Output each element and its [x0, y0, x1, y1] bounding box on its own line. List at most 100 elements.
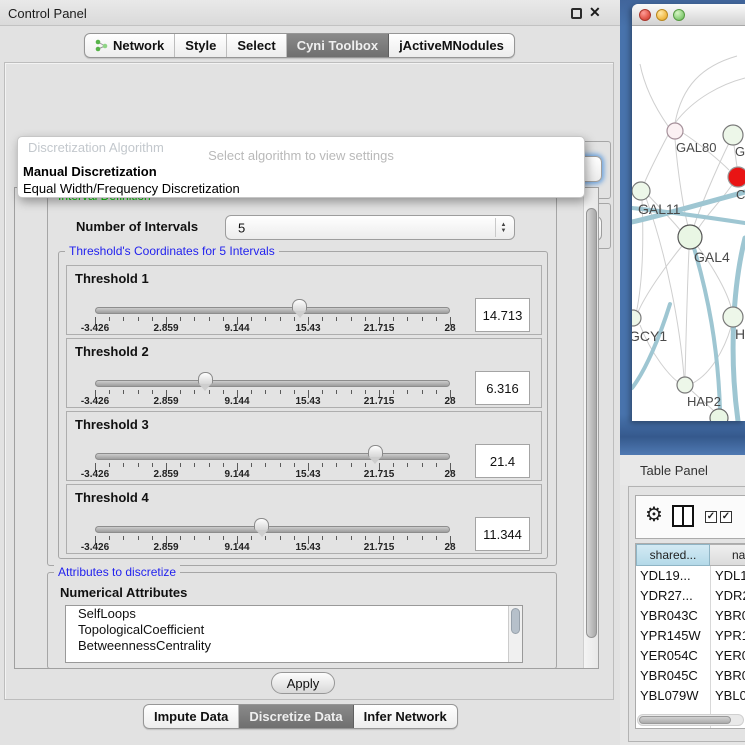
thresholds-group-title: Threshold's Coordinates for 5 Intervals [65, 244, 279, 258]
control-panel: Control Panel ✕ NetworkStyle Select Cyni T… [0, 0, 620, 745]
list-item[interactable]: BetweennessCentrality [66, 638, 522, 654]
network-node-c[interactable] [728, 167, 745, 187]
main-scrollbar-thumb[interactable] [586, 208, 597, 638]
slider-track[interactable] [95, 307, 450, 314]
tick-mark [223, 463, 224, 467]
checkbox-icon[interactable]: ✓ [705, 511, 717, 523]
tab-style[interactable]: Style [175, 34, 227, 57]
tab-label: Discretize Data [249, 709, 342, 724]
slider-track[interactable] [95, 380, 450, 387]
threshold-value-field[interactable]: 21.4 [475, 444, 530, 478]
slider-thumb[interactable] [292, 299, 307, 311]
cyni-toolbox-content: Discretization Algorithm Select algorith… [4, 62, 614, 700]
tab-impute-data[interactable]: Impute Data [144, 705, 239, 728]
close-icon[interactable]: ✕ [589, 4, 601, 21]
network-node-gal11[interactable] [632, 182, 650, 200]
apply-button[interactable]: Apply [271, 672, 335, 694]
tick-mark [209, 536, 210, 540]
table-hscrollbar[interactable] [637, 714, 744, 726]
network-node-hap2[interactable] [677, 377, 693, 393]
table-row[interactable]: YBR043CYBR0 [636, 606, 745, 626]
cell-name: YDL1 [715, 568, 745, 583]
slider-thumb[interactable] [368, 445, 383, 457]
panel-title: Control Panel [8, 6, 87, 21]
tick-mark [393, 317, 394, 321]
columns-icon[interactable] [672, 505, 694, 527]
tick-mark [223, 390, 224, 394]
tick-mark [152, 536, 153, 540]
slider-track[interactable] [95, 526, 450, 533]
tab-jactivemnodules[interactable]: jActiveMNodules [389, 34, 514, 57]
scale-label: -3.426 [81, 469, 109, 480]
mac-close-icon[interactable] [639, 9, 651, 21]
slider-thumb[interactable] [254, 518, 269, 530]
list-scrollbar-thumb[interactable] [511, 608, 520, 634]
slider-scale: -3.4262.8599.14415.4321.71528 [95, 469, 450, 481]
tab-discretize-data[interactable]: Discretize Data [239, 705, 353, 728]
tick-mark [109, 317, 110, 321]
tick-mark [422, 390, 423, 394]
list-item[interactable]: SelfLoops [66, 606, 522, 622]
threshold-value-field[interactable]: 14.713 [475, 298, 530, 332]
network-node-ga[interactable] [723, 125, 743, 145]
tab-label: Infer Network [364, 709, 447, 724]
desktop-background: GAL80GACGAL11GAL4GCY1HHAP2 [620, 0, 745, 455]
tick-mark [422, 536, 423, 540]
table-row[interactable]: YBR045CYBR0 [636, 666, 745, 686]
table-row[interactable]: YBL079WYBL0 [636, 686, 745, 706]
cell-name: YER0 [715, 648, 745, 663]
column-header-name[interactable]: na [710, 544, 745, 566]
algorithm-option-manual[interactable]: Manual Discretization [21, 163, 581, 180]
tick-mark [180, 317, 181, 321]
float-window-icon[interactable] [571, 8, 582, 19]
network-node-h[interactable] [723, 307, 743, 327]
main-scrollbar[interactable] [583, 188, 598, 668]
slider-thumb[interactable] [198, 372, 213, 384]
tick-mark [223, 317, 224, 321]
tick-mark [265, 463, 266, 467]
tick-mark [251, 536, 252, 540]
algorithm-option-equal-width[interactable]: Equal Width/Frequency Discretization [21, 180, 581, 197]
table-row[interactable]: YDL19...YDL1 [636, 566, 745, 586]
list-scrollbar[interactable] [508, 606, 522, 662]
list-item[interactable]: TopologicalCoefficient [66, 622, 522, 638]
table-panel-header: Table Panel [620, 455, 745, 485]
tab-infer-network[interactable]: Infer Network [354, 705, 457, 728]
tick-mark [351, 463, 352, 467]
checkbox-icon[interactable]: ✓ [720, 511, 732, 523]
cell-shared-name: YER054C [640, 648, 698, 663]
tab-label: jActiveMNodules [399, 38, 504, 53]
cell-name: YPR1 [715, 628, 745, 643]
mac-zoom-icon[interactable] [673, 9, 685, 21]
number-of-intervals-combobox[interactable]: 5 ▲▼ [225, 215, 515, 240]
tick-mark [265, 317, 266, 321]
numerical-attributes-list[interactable]: SelfLoopsTopologicalCoefficientBetweenne… [65, 605, 523, 663]
tick-mark [422, 463, 423, 467]
network-node-gal80[interactable] [667, 123, 683, 139]
node-table[interactable]: shared... na YDL19...YDL1YDR27...YDR2YBR… [635, 543, 745, 729]
network-node-gal4[interactable] [678, 225, 702, 249]
tick-mark [365, 463, 366, 467]
table-row[interactable]: YPR145WYPR1 [636, 626, 745, 646]
slider-track[interactable] [95, 453, 450, 460]
tab-network[interactable]: Network [85, 34, 175, 57]
table-hscrollbar-thumb[interactable] [639, 716, 731, 724]
column-header-shared[interactable]: shared... [636, 544, 710, 566]
threshold-value-field[interactable]: 6.316 [475, 371, 530, 405]
tab-label: Select [237, 38, 275, 53]
tick-mark [365, 536, 366, 540]
network-node-gcy1[interactable] [632, 310, 641, 326]
threshold-value-field[interactable]: 11.344 [475, 517, 530, 551]
table-row[interactable]: YLR345WYLR3 [636, 706, 745, 710]
cell-shared-name: YDR27... [640, 588, 693, 603]
tab-cyni-toolbox[interactable]: Cyni Toolbox [287, 34, 389, 57]
network-canvas[interactable]: GAL80GACGAL11GAL4GCY1HHAP2 [632, 26, 745, 421]
tick-mark [123, 536, 124, 540]
stepper-arrows-icon[interactable]: ▲▼ [495, 218, 511, 237]
mac-minimize-icon[interactable] [656, 9, 668, 21]
network-node[interactable] [710, 409, 728, 421]
table-row[interactable]: YDR27...YDR2 [636, 586, 745, 606]
gear-icon[interactable]: ⚙ [645, 504, 663, 526]
table-row[interactable]: YER054C YER0 [636, 646, 745, 666]
tab-select[interactable]: Select [227, 34, 286, 57]
